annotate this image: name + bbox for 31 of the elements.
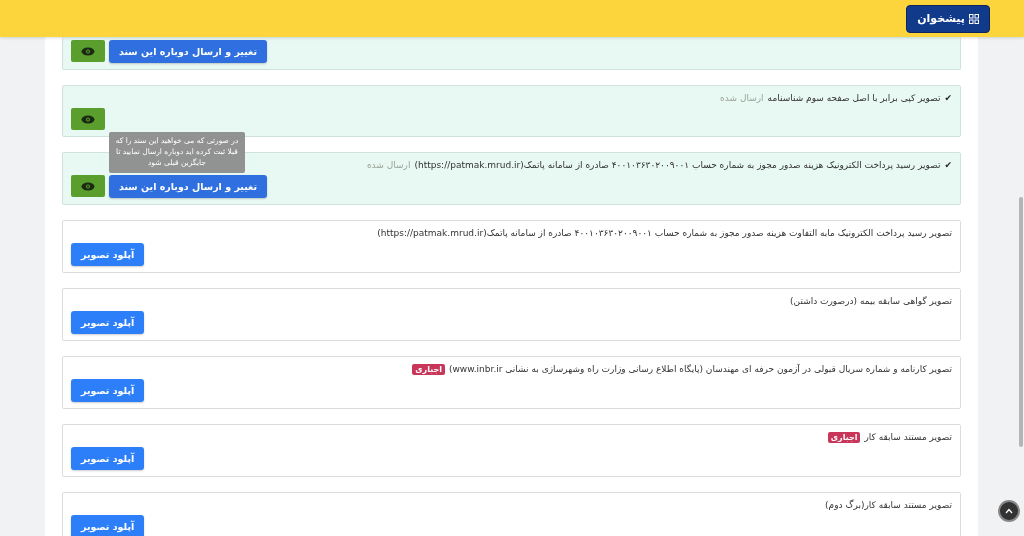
chevron-up-icon (1005, 508, 1013, 514)
upload-button[interactable]: آپلود تصویر (71, 243, 145, 266)
view-button[interactable] (71, 108, 105, 130)
status-text: ارسال شده (720, 93, 764, 103)
grid-icon (969, 13, 979, 24)
upload-button[interactable]: آپلود تصویر (71, 447, 145, 470)
required-tag: اجباری (827, 431, 861, 443)
upload-button[interactable]: آپلود تصویر (71, 311, 145, 334)
check-icon: ✔ (944, 160, 952, 170)
document-title: تصویر گواهی سابقه بیمه (درصورت داشتن) (790, 296, 952, 306)
document-title: تصویر رسید پرداخت الکترونیک مابه التفاوت هزینه صدور مجوز به شماره حساب ۴۰۰۱۰۳۶۳۰۲۰۰۹۰۰۱ صادره از سامانه پاتمک(https://patmak.mrud.ir) (377, 228, 952, 238)
document-title: تصویر کارنامه و شماره سریال قبولی در آزمون حرفه ای مهندسان (پایگاه اطلاع رسانی وزارت راه وشهرسازی به نشانی www.inbr.ir) (448, 364, 952, 374)
upload-button[interactable]: آپلود تصویر (71, 379, 145, 402)
eye-icon (81, 46, 95, 56)
status-text: ارسال شده (366, 160, 411, 170)
view-button[interactable] (71, 40, 105, 62)
document-title: تصویر رسید پرداخت الکترونیک هزینه صدور مجوز به شماره حساب ۴۰۰۱۰۳۶۳۰۲۰۰۹۰۰۱ صادره از سامانه پاتمک(https://patmak.mrud.ir) (414, 160, 941, 170)
required-tag: اجباری (412, 363, 445, 375)
eye-icon (81, 114, 95, 124)
document-title: تصویر کپی برابر با اصل صفحه سوم شناسنامه (767, 93, 941, 103)
check-icon: ✔ (944, 93, 952, 103)
resend-button[interactable]: تغییر و ارسال دوباره این سند (109, 40, 267, 63)
resend-button[interactable]: تغییر و ارسال دوباره این سند (109, 175, 267, 198)
document-title: تصویر مستند سابقه کار(برگ دوم) (825, 500, 952, 510)
upload-button[interactable]: آپلود تصویر (71, 515, 145, 536)
scrollbar[interactable] (1019, 197, 1023, 447)
document-title: تصویر مستند سابقه کار (864, 432, 952, 442)
scroll-top-button[interactable] (998, 500, 1020, 522)
dashboard-button[interactable]: پیشخوان (906, 4, 990, 33)
view-button[interactable] (71, 175, 105, 197)
eye-icon (81, 181, 95, 191)
